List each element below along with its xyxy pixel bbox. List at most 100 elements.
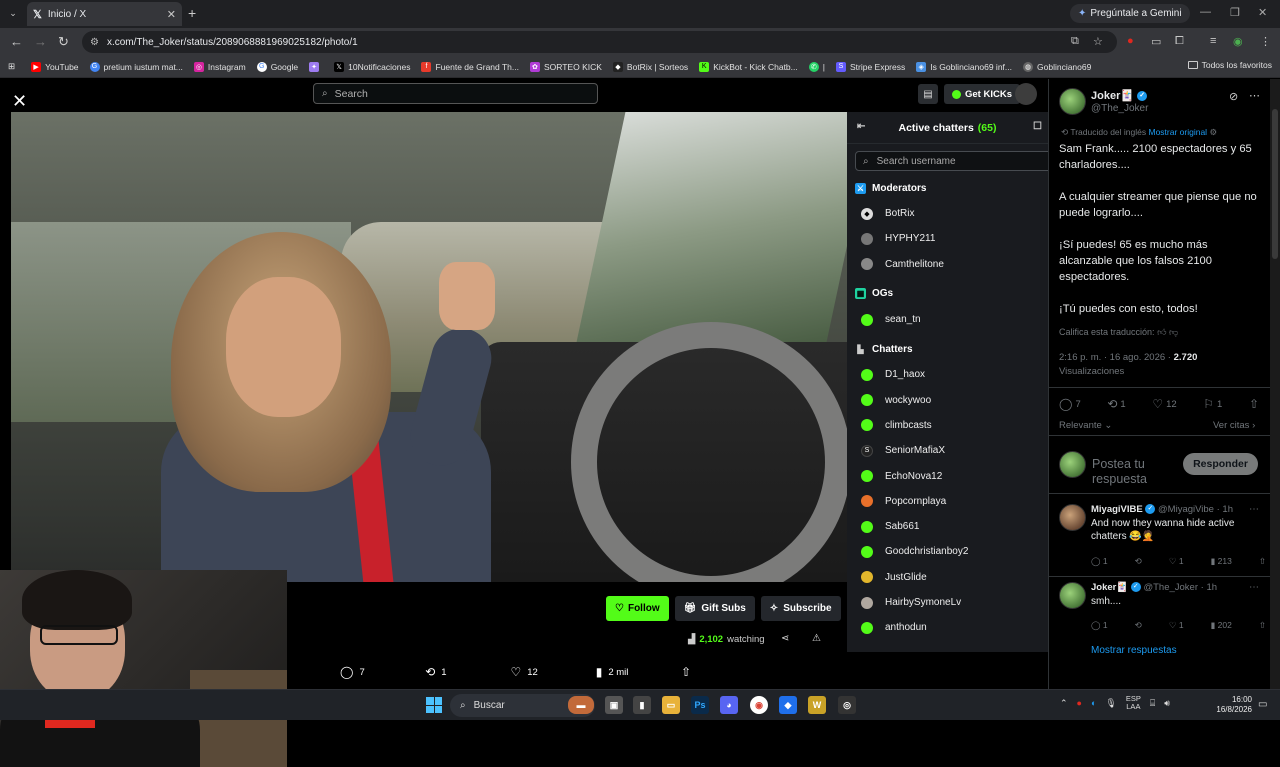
repost-button[interactable]: ⟲: [1135, 556, 1142, 567]
bookmark-button[interactable]: ⚐ 1: [1203, 397, 1222, 411]
extension-icon[interactable]: ▭: [1151, 35, 1161, 48]
widgets-icon[interactable]: ▬: [568, 696, 594, 714]
section-moderators[interactable]: ⚔ Moderators: [847, 175, 1048, 201]
reply-submit-button[interactable]: Responder: [1183, 453, 1258, 475]
file-explorer-icon[interactable]: ▭: [662, 696, 680, 714]
chatter-item[interactable]: anthodun: [847, 615, 1048, 640]
chatter-item[interactable]: wockywoo: [847, 387, 1048, 412]
tab-search-icon[interactable]: ⌄: [6, 6, 20, 20]
chatter-item[interactable]: HYPHY211: [847, 226, 1048, 251]
language-indicator[interactable]: ESP LAA: [1126, 695, 1141, 711]
reply-tweet[interactable]: MiyagiVIBE ✓ @MiyagiVibe · 1h ⋯ And now …: [1049, 504, 1270, 576]
bookmark-item[interactable]: ✦: [309, 61, 323, 72]
volume-icon[interactable]: 🔊︎: [1164, 698, 1170, 709]
avatar[interactable]: [1059, 582, 1086, 609]
chatter-item[interactable]: ◆ BotRix: [847, 201, 1048, 226]
new-tab-icon[interactable]: +: [188, 5, 196, 21]
share-button[interactable]: ⇧: [681, 665, 710, 679]
browser-menu-icon[interactable]: ⋮: [1260, 35, 1271, 48]
system-clock[interactable]: 16:00 16/8/2026: [1212, 695, 1252, 715]
bookmark-item[interactable]: S Stripe Express: [835, 61, 905, 72]
report-icon[interactable]: ⚠: [812, 633, 821, 644]
chatter-item[interactable]: climbcasts: [847, 413, 1048, 438]
avatar[interactable]: [1015, 83, 1037, 105]
view-quotes-link[interactable]: Ver citas ›: [1213, 420, 1255, 431]
app-icon[interactable]: ◆: [779, 696, 797, 714]
reply-button[interactable]: ◯ 1: [1091, 556, 1108, 567]
chatter-item[interactable]: Goodchristianboy2: [847, 539, 1048, 564]
forward-icon[interactable]: →: [34, 34, 47, 49]
install-app-icon[interactable]: ⧉: [1071, 35, 1079, 48]
chatter-item[interactable]: Sab661: [847, 514, 1048, 539]
reply-button[interactable]: ◯ 7: [1059, 397, 1081, 411]
chevron-up-icon[interactable]: ⌃: [1060, 698, 1068, 709]
profile-avatar[interactable]: ◉: [1233, 35, 1243, 48]
share-icon[interactable]: ⇧: [1259, 620, 1266, 631]
follow-button[interactable]: ♡ Follow: [606, 596, 669, 621]
discord-icon[interactable]: ◕: [720, 696, 738, 714]
grok-icon[interactable]: ⊘: [1229, 90, 1238, 103]
repost-button[interactable]: ⟲ 1: [425, 665, 510, 679]
reply-input[interactable]: Postea tu respuesta: [1092, 457, 1182, 487]
back-icon[interactable]: ←: [10, 34, 23, 49]
bookmark-item[interactable]: 𝕏 10Notificaciones: [334, 61, 410, 72]
bookmark-item[interactable]: ◈ Is Goblinciano69 inf...: [916, 61, 1012, 72]
views-button[interactable]: ▮ 213: [1211, 556, 1232, 567]
avatar[interactable]: [1059, 504, 1086, 531]
ask-gemini-button[interactable]: ✦ Pregúntale a Gemini: [1070, 4, 1190, 23]
reply-author[interactable]: Joker🃏 ✓ @The_Joker · 1h: [1091, 582, 1217, 593]
app-tray-icon[interactable]: ◐: [1091, 698, 1096, 708]
layout-icon[interactable]: ▤: [918, 84, 938, 104]
show-original-link[interactable]: Mostrar original: [1148, 127, 1207, 137]
chatter-item[interactable]: Camthelitone: [847, 252, 1048, 277]
app-icon[interactable]: ▮: [633, 696, 651, 714]
section-ogs[interactable]: ▦ OGs: [847, 281, 1048, 307]
chatter-item[interactable]: Popcornplaya: [847, 489, 1048, 514]
chrome-icon[interactable]: ◉: [750, 696, 768, 714]
share-icon[interactable]: ⋖: [781, 633, 789, 644]
bookmark-item[interactable]: G Google: [256, 61, 298, 72]
reply-button[interactable]: ◯ 1: [1091, 620, 1108, 631]
avatar[interactable]: [1059, 88, 1086, 115]
share-icon[interactable]: ⇧: [1259, 556, 1266, 567]
all-favorites-button[interactable]: Todos los favoritos: [1187, 60, 1272, 70]
bookmark-item[interactable]: ◍ Goblinciano69: [1023, 61, 1091, 72]
scrollbar[interactable]: [1270, 79, 1280, 689]
views-button[interactable]: ▮ 202: [1211, 620, 1232, 631]
like-button[interactable]: ♡ 12: [1152, 397, 1176, 411]
show-replies-link[interactable]: Mostrar respuestas: [1091, 645, 1177, 656]
bookmark-item[interactable]: K KickBot - Kick Chatb...: [699, 61, 798, 72]
notifications-icon[interactable]: ▭: [1258, 699, 1267, 710]
thumbs-down-icon[interactable]: 👎︎: [1169, 327, 1178, 337]
photoshop-icon[interactable]: Ps: [691, 696, 709, 714]
repost-button[interactable]: ⟲: [1135, 620, 1142, 631]
reading-list-icon[interactable]: ≡: [1210, 35, 1216, 47]
minimize-icon[interactable]: —: [1200, 6, 1211, 18]
chatter-item[interactable]: EchoNova12: [847, 463, 1048, 488]
close-photo-icon[interactable]: ✕: [12, 91, 27, 112]
chatter-item[interactable]: S SeniorMafiaX: [847, 438, 1048, 463]
username-search-input[interactable]: ⌕ Search username: [855, 151, 1048, 171]
like-button[interactable]: ♡ 1: [1169, 556, 1184, 567]
microphone-icon[interactable]: 🎙︎: [1105, 698, 1116, 709]
like-button[interactable]: ♡ 1: [1169, 620, 1184, 631]
bookmark-item[interactable]: Gpretium iustum mat...: [89, 61, 183, 72]
chatter-item[interactable]: sean_tn: [847, 307, 1048, 332]
windows-start-icon[interactable]: [426, 697, 442, 713]
address-bar[interactable]: ⚙ x.com/The_Joker/status/208906888196902…: [82, 31, 1117, 53]
bookmark-item[interactable]: ◆ BotRix | Sorteos: [612, 61, 688, 72]
repost-button[interactable]: ⟲ 1: [1107, 397, 1125, 411]
app-icon[interactable]: W: [808, 696, 826, 714]
bookmark-item[interactable]: ▶ YouTube: [31, 61, 79, 72]
extensions-puzzle-icon[interactable]: ⧠: [1175, 35, 1184, 48]
sort-replies-dropdown[interactable]: Relevante ⌄: [1059, 420, 1112, 431]
scrollbar-thumb[interactable]: [1272, 109, 1278, 259]
gift-subs-button[interactable]: 🎁︎ Gift Subs: [674, 596, 755, 621]
reply-author[interactable]: MiyagiVIBE ✓ @MiyagiVibe · 1h: [1091, 504, 1233, 515]
reply-tweet[interactable]: Joker🃏 ✓ @The_Joker · 1h ⋯ smh.... ◯ 1 ⟲…: [1049, 582, 1270, 642]
stream-video[interactable]: [11, 112, 847, 582]
settings-icon[interactable]: ⚙: [1209, 127, 1217, 137]
app-tray-icon[interactable]: ●: [1077, 698, 1082, 708]
panel-menu-icon[interactable]: ☐: [1033, 121, 1042, 132]
chatter-item[interactable]: HairbySymoneLv: [847, 590, 1048, 615]
